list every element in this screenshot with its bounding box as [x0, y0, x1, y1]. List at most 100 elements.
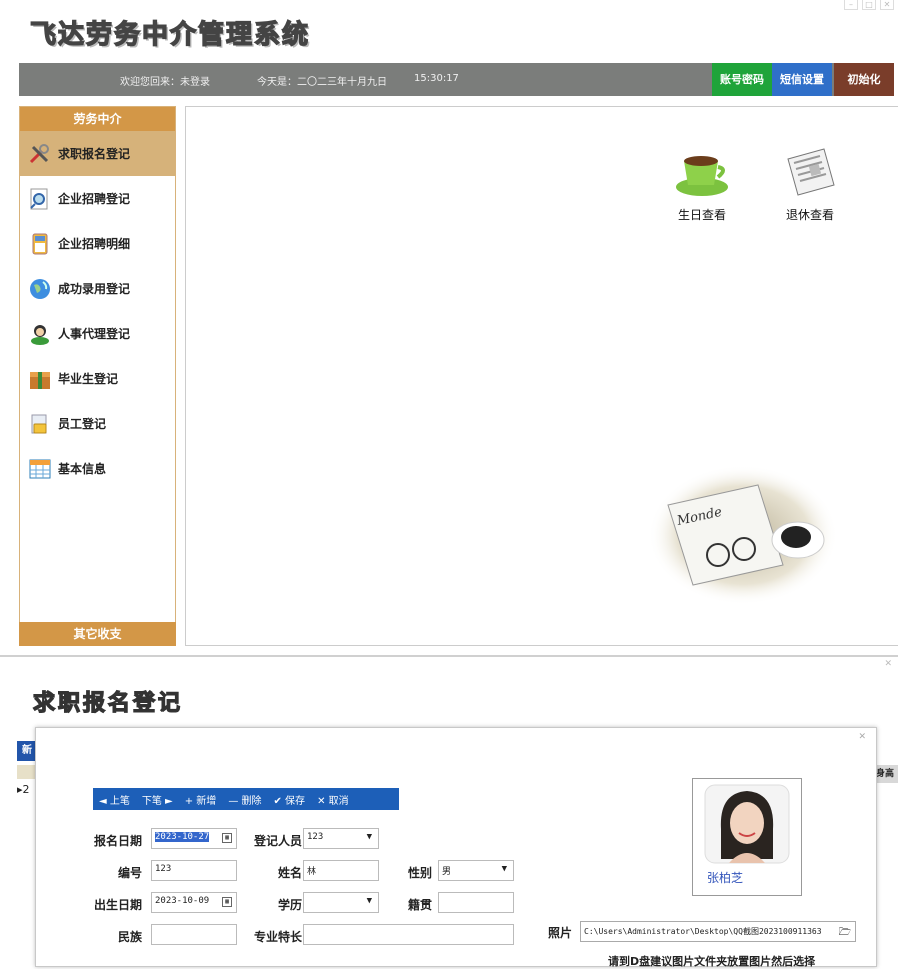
background-grid-header: [17, 765, 37, 779]
maximize-icon[interactable]: □: [862, 0, 876, 10]
photo-hint-text: 请到D盘建议图片文件夹放置图片然后选择: [608, 955, 816, 968]
portrait-image: [704, 784, 790, 864]
next-record-button[interactable]: 下笔 ►: [136, 792, 179, 807]
registrar-value: 123: [307, 832, 324, 842]
tools-icon: [29, 143, 49, 163]
sidebar-item-graduate[interactable]: 毕业生登记: [20, 356, 175, 401]
chevron-down-icon[interactable]: ▼: [367, 832, 372, 842]
sidebar-item-company-recruit[interactable]: 企业招聘登记: [20, 176, 175, 221]
sidebar-item-label: 成功录用登记: [58, 282, 131, 296]
sidebar-item-basic-info[interactable]: 基本信息: [20, 446, 175, 491]
sidebar: 劳务中介 求职报名登记 企业招聘登记 企业招聘明细 成功录用登记 人事代理登记 …: [19, 106, 176, 646]
sidebar-item-label: 企业招聘登记: [58, 192, 131, 206]
main-window: 飞达劳务中介管理系统 – □ ✕ 欢迎您回来：未登录 今天是：二〇二三年十月九日…: [0, 0, 898, 655]
signup-date-label: 报名日期: [93, 834, 142, 848]
user-lock-icon: [31, 414, 47, 433]
form-window: ✕ 求职报名登记 新 ▸2 身高 ✕ ◄ 上笔 下笔 ► + 新增 — 删除 ✔…: [0, 655, 898, 968]
photo-preview[interactable]: 张柏芝: [692, 778, 802, 896]
newspaper-icon: [787, 148, 835, 196]
ethnicity-label: 民族: [117, 930, 142, 944]
sidebar-footer-other-income[interactable]: 其它收支: [19, 622, 176, 646]
background-column-header: 身高: [876, 765, 898, 783]
sidebar-item-label: 求职报名登记: [58, 147, 131, 161]
name-label: 姓名: [277, 866, 302, 880]
app-title: 飞达劳务中介管理系统: [29, 19, 311, 50]
number-label: 编号: [117, 866, 142, 880]
sidebar-item-label: 企业招聘明细: [58, 237, 131, 251]
birthday-view-label: 生日查看: [677, 208, 726, 222]
signup-date-field[interactable]: 2023-10-27 ▦: [151, 828, 237, 849]
gender-select[interactable]: 男 ▼: [438, 860, 514, 881]
save-button[interactable]: ✔ 保存: [268, 792, 312, 807]
account-password-button[interactable]: 账号密码: [712, 63, 772, 96]
chevron-down-icon[interactable]: ▼: [367, 896, 372, 906]
birthday-view-shortcut[interactable]: 生日查看: [672, 149, 732, 223]
close-icon[interactable]: ✕: [884, 659, 892, 669]
welcome-text: 欢迎您回来：未登录: [120, 77, 210, 88]
education-label: 学历: [277, 898, 302, 912]
photo-person-name: 张柏芝: [707, 871, 744, 885]
education-select[interactable]: ▼: [303, 892, 379, 913]
sidebar-item-recruit-detail[interactable]: 企业招聘明细: [20, 221, 175, 266]
gift-box-icon: [30, 371, 50, 389]
sidebar-item-hr-agency[interactable]: 人事代理登记: [20, 311, 175, 356]
signup-date-value: 2023-10-27: [155, 832, 210, 842]
page-title: 求职报名登记: [32, 690, 184, 716]
globe-icon: [30, 278, 50, 299]
initialize-button[interactable]: 初始化: [834, 63, 894, 96]
birth-date-label: 出生日期: [93, 898, 142, 912]
native-place-label: 籍贯: [407, 898, 432, 912]
newspaper-coffee-decoration: Monde: [648, 465, 838, 605]
sms-settings-button[interactable]: 短信设置: [772, 63, 832, 96]
prev-record-button[interactable]: ◄ 上笔: [93, 792, 136, 807]
birth-date-field[interactable]: 2023-10-09 ▦: [151, 892, 237, 913]
minimize-icon[interactable]: –: [844, 0, 858, 10]
record-toolbar: ◄ 上笔 下笔 ► + 新增 — 删除 ✔ 保存 ✕ 取消: [93, 788, 399, 810]
sidebar-item-label: 员工登记: [58, 417, 107, 431]
sidebar-item-employee[interactable]: 员工登记: [20, 401, 175, 446]
specialty-field[interactable]: [303, 924, 514, 945]
sidebar-item-label: 基本信息: [58, 462, 107, 476]
retirement-view-label: 退休查看: [785, 208, 834, 222]
specialty-label: 专业特长: [253, 930, 302, 944]
close-icon[interactable]: ✕: [858, 732, 866, 742]
main-panel: 生日查看 退休查看 Monde: [185, 106, 898, 646]
chevron-down-icon[interactable]: ▼: [502, 864, 507, 874]
gender-label: 性别: [407, 866, 432, 880]
birth-date-value: 2023-10-09: [155, 896, 210, 906]
name-field[interactable]: 林: [303, 860, 379, 881]
window-controls: – □ ✕: [844, 0, 894, 10]
native-place-field[interactable]: [438, 892, 514, 913]
sidebar-item-job-signup[interactable]: 求职报名登记: [20, 131, 175, 176]
add-button[interactable]: + 新增: [179, 792, 223, 807]
sidebar-header: 劳务中介: [20, 107, 175, 131]
edit-dialog: ✕ ◄ 上笔 下笔 ► + 新增 — 删除 ✔ 保存 ✕ 取消 报名日期 202…: [35, 727, 877, 968]
sidebar-item-label: 毕业生登记: [58, 372, 119, 386]
calendar-icon[interactable]: ▦: [222, 833, 232, 843]
delete-button[interactable]: — 删除: [222, 792, 267, 807]
sidebar-item-hired[interactable]: 成功录用登记: [20, 266, 175, 311]
gender-value: 男: [442, 867, 452, 877]
photo-label: 照片: [548, 926, 573, 940]
status-bar: 欢迎您回来：未登录 今天是：二〇二三年十月九日 15:30:17 账号密码 短信…: [19, 63, 894, 96]
number-field[interactable]: 123: [151, 860, 237, 881]
calendar-icon[interactable]: ▦: [222, 897, 232, 907]
users-icon: [31, 324, 49, 345]
ethnicity-field[interactable]: [151, 924, 237, 945]
background-new-tab[interactable]: 新: [17, 741, 37, 761]
registrar-label: 登记人员: [253, 834, 302, 848]
retirement-view-shortcut[interactable]: 退休查看: [780, 145, 840, 223]
sidebar-item-label: 人事代理登记: [58, 327, 131, 341]
magnifier-icon: [30, 188, 48, 209]
photo-path-field[interactable]: C:\Users\Administrator\Desktop\QQ截图20231…: [580, 921, 856, 942]
registrar-select[interactable]: 123 ▼: [303, 828, 379, 849]
row-indicator-icon: ▸2: [17, 783, 30, 796]
coffee-cup-icon: [676, 156, 728, 196]
close-icon[interactable]: ✕: [880, 0, 894, 10]
date-text: 今天是：二〇二三年十月九日: [257, 77, 387, 88]
cancel-button[interactable]: ✕ 取消: [311, 792, 355, 807]
table-icon: [29, 459, 51, 478]
clock-text: 15:30:17: [414, 73, 459, 84]
calculator-icon: [32, 233, 48, 254]
folder-open-icon[interactable]: 🗁: [839, 925, 851, 941]
